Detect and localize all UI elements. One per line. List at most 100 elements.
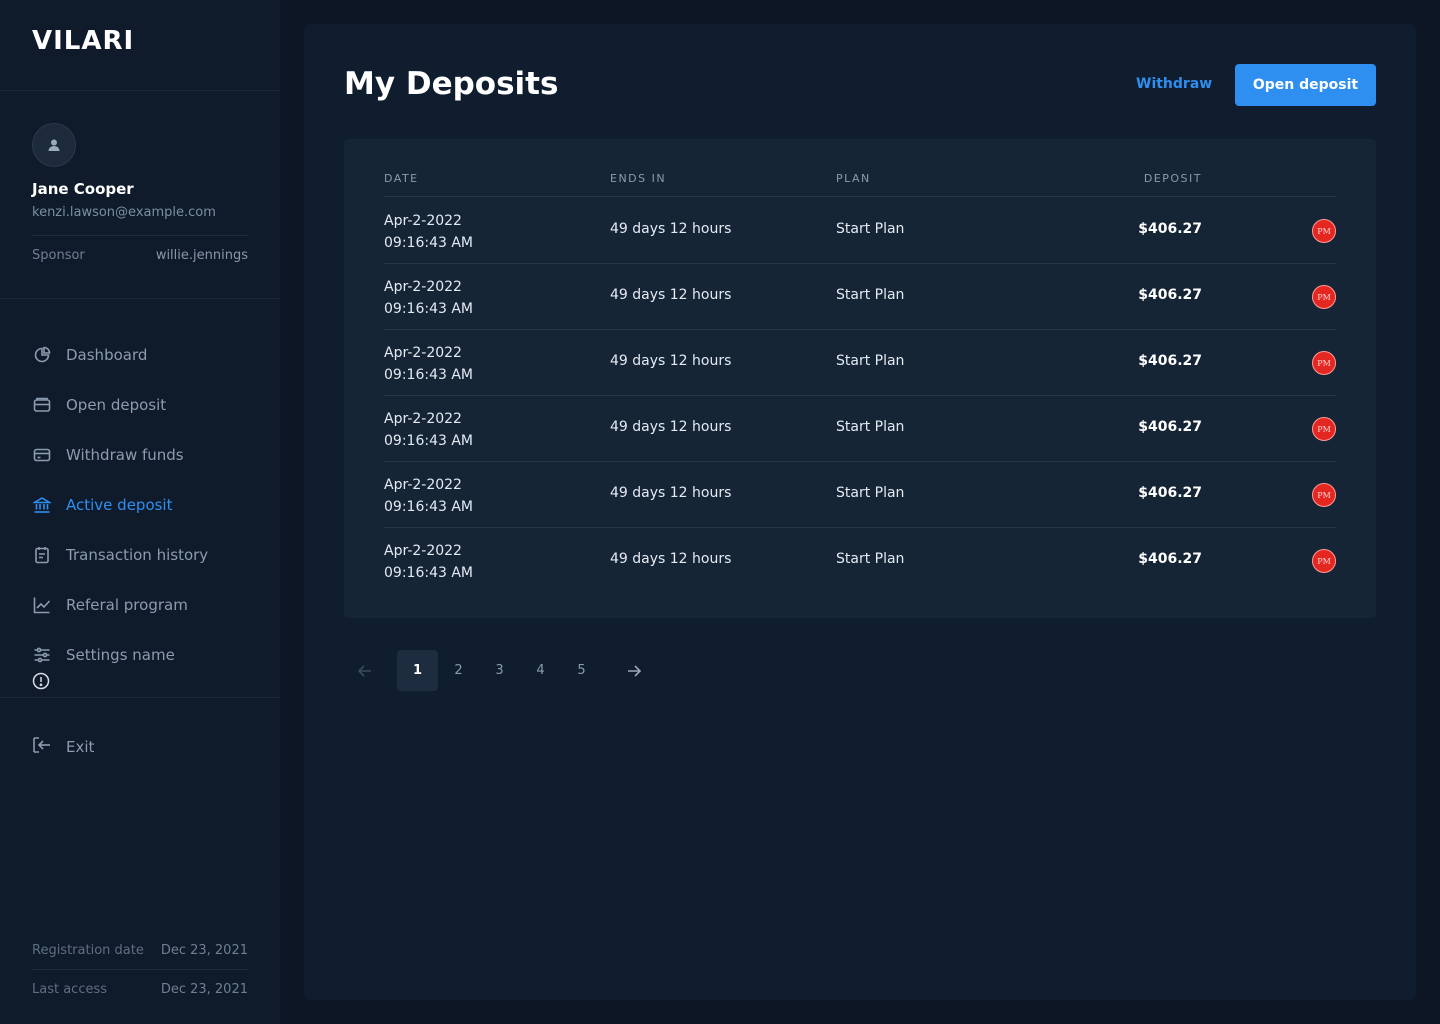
pie-chart-icon (32, 345, 52, 365)
page-5-button[interactable]: 5 (561, 650, 602, 691)
last-access-label: Last access (32, 982, 108, 997)
cell-date-day: Apr-2-2022 (384, 543, 462, 559)
cell-date: Apr-2-2022 09:16:43 AM (384, 474, 473, 518)
sidebar-item-active-deposit[interactable]: Active deposit (32, 480, 262, 530)
cell-deposit-amount: $406.27 (1138, 287, 1202, 303)
cell-date-day: Apr-2-2022 (384, 345, 462, 361)
trend-chart-icon (32, 595, 52, 615)
cell-deposit-amount: $406.27 (1138, 221, 1202, 237)
table-row[interactable]: Apr-2-2022 09:16:43 AM 49 days 12 hours Sta… (384, 264, 1336, 330)
last-access-value: Dec 23, 2021 (160, 982, 248, 997)
divider (0, 90, 280, 91)
page-2-button[interactable]: 2 (438, 650, 479, 691)
cell-date-time: 09:16:43 AM (384, 301, 473, 317)
sidebar-item-label: Transaction history (66, 546, 209, 564)
cell-date: Apr-2-2022 09:16:43 AM (384, 210, 473, 254)
cell-date-time: 09:16:43 AM (384, 235, 473, 251)
page-4-button[interactable]: 4 (520, 650, 561, 691)
user-name: Jane Cooper (32, 180, 134, 198)
perfect-money-icon: PM (1312, 483, 1336, 507)
cell-date: Apr-2-2022 09:16:43 AM (384, 342, 473, 386)
cell-deposit-amount: $406.27 (1138, 419, 1202, 435)
cell-plan: Start Plan (836, 221, 905, 237)
sidebar: VILARI Jane Cooper kenzi.lawson@example.… (0, 0, 280, 1024)
cell-ends-in: 49 days 12 hours (610, 419, 732, 435)
sidebar-item-settings[interactable]: Settings name (32, 630, 262, 680)
cell-date-day: Apr-2-2022 (384, 279, 462, 295)
next-page-button[interactable] (613, 650, 655, 691)
app-root: VILARI Jane Cooper kenzi.lawson@example.… (0, 0, 1440, 1024)
logout-icon (32, 735, 52, 759)
brand-logo[interactable]: VILARI (32, 26, 134, 56)
withdraw-link[interactable]: Withdraw (1136, 76, 1212, 92)
cell-date-day: Apr-2-2022 (384, 213, 462, 229)
cell-deposit-amount: $406.27 (1138, 485, 1202, 501)
cell-date-day: Apr-2-2022 (384, 477, 462, 493)
cell-plan: Start Plan (836, 419, 905, 435)
cell-ends-in: 49 days 12 hours (610, 551, 732, 567)
avatar[interactable] (32, 123, 76, 167)
cell-date: Apr-2-2022 09:16:43 AM (384, 540, 473, 584)
prev-page-button[interactable] (344, 650, 386, 691)
cell-date: Apr-2-2022 09:16:43 AM (384, 408, 473, 452)
open-deposit-button[interactable]: Open deposit (1235, 64, 1376, 106)
last-access-row: Last access Dec 23, 2021 (32, 982, 248, 997)
cell-plan: Start Plan (836, 551, 905, 567)
clipboard-icon (32, 545, 52, 565)
exit-button[interactable]: Exit (32, 735, 94, 759)
perfect-money-icon: PM (1312, 549, 1336, 573)
page-title: My Deposits (344, 66, 559, 102)
cell-ends-in: 49 days 12 hours (610, 485, 732, 501)
pagination: 12345 (344, 650, 655, 691)
page-3-button[interactable]: 3 (479, 650, 520, 691)
table-row[interactable]: Apr-2-2022 09:16:43 AM 49 days 12 hours Sta… (384, 528, 1336, 594)
cell-deposit-amount: $406.27 (1138, 353, 1202, 369)
column-header-ends-in: ENDS IN (610, 172, 667, 185)
table-row[interactable]: Apr-2-2022 09:16:43 AM 49 days 12 hours Sta… (384, 198, 1336, 264)
sidebar-item-dashboard[interactable]: Dashboard (32, 330, 262, 380)
cell-date-time: 09:16:43 AM (384, 433, 473, 449)
page-1-button[interactable]: 1 (397, 650, 438, 691)
cell-plan: Start Plan (836, 485, 905, 501)
sidebar-item-open-deposit[interactable]: Open deposit (32, 380, 262, 430)
sidebar-item-referal-program[interactable]: Referal program (32, 580, 262, 630)
table-row[interactable]: Apr-2-2022 09:16:43 AM 49 days 12 hours Sta… (384, 462, 1336, 528)
user-icon (48, 139, 60, 151)
cell-ends-in: 49 days 12 hours (610, 287, 732, 303)
cell-date-day: Apr-2-2022 (384, 411, 462, 427)
column-header-date: DATE (384, 172, 419, 185)
arrow-right-icon (628, 664, 642, 677)
sidebar-item-label: Withdraw funds (66, 446, 184, 464)
table-row[interactable]: Apr-2-2022 09:16:43 AM 49 days 12 hours Sta… (384, 396, 1336, 462)
wallet-icon (32, 395, 52, 415)
sidebar-item-label: Referal program (66, 596, 188, 614)
perfect-money-icon: PM (1312, 285, 1336, 309)
cell-plan: Start Plan (836, 353, 905, 369)
divider (0, 298, 280, 299)
sidebar-item-label: Active deposit (66, 496, 173, 514)
sponsor-label: Sponsor (32, 248, 85, 263)
registration-date-value: Dec 23, 2021 (160, 943, 248, 958)
bank-icon (32, 495, 52, 515)
column-header-deposit: DEPOSIT (1143, 172, 1202, 185)
sidebar-item-withdraw-funds[interactable]: Withdraw funds (32, 430, 262, 480)
table-header: DATE ENDS IN PLAN DEPOSIT (384, 139, 1336, 197)
sidebar-item-transaction-history[interactable]: Transaction history (32, 530, 262, 580)
perfect-money-icon: PM (1312, 219, 1336, 243)
divider (0, 697, 280, 698)
user-email: kenzi.lawson@example.com (32, 205, 216, 220)
main-panel: My Deposits Withdraw Open deposit DATE E… (304, 24, 1416, 1000)
exit-label: Exit (66, 738, 95, 756)
alert-circle-icon[interactable] (32, 672, 50, 694)
cell-date-time: 09:16:43 AM (384, 367, 473, 383)
sidebar-item-label: Settings name (66, 646, 175, 664)
sponsor-value: willie.jennings (155, 248, 248, 263)
cell-deposit-amount: $406.27 (1138, 551, 1202, 567)
table-row[interactable]: Apr-2-2022 09:16:43 AM 49 days 12 hours Sta… (384, 330, 1336, 396)
deposits-table: DATE ENDS IN PLAN DEPOSIT Apr-2-2022 09:1… (344, 139, 1376, 618)
sidebar-nav: Dashboard Open deposit Withdraw funds Ac… (32, 330, 262, 680)
sliders-icon (32, 645, 52, 665)
perfect-money-icon: PM (1312, 417, 1336, 441)
divider (32, 969, 248, 970)
cell-plan: Start Plan (836, 287, 905, 303)
